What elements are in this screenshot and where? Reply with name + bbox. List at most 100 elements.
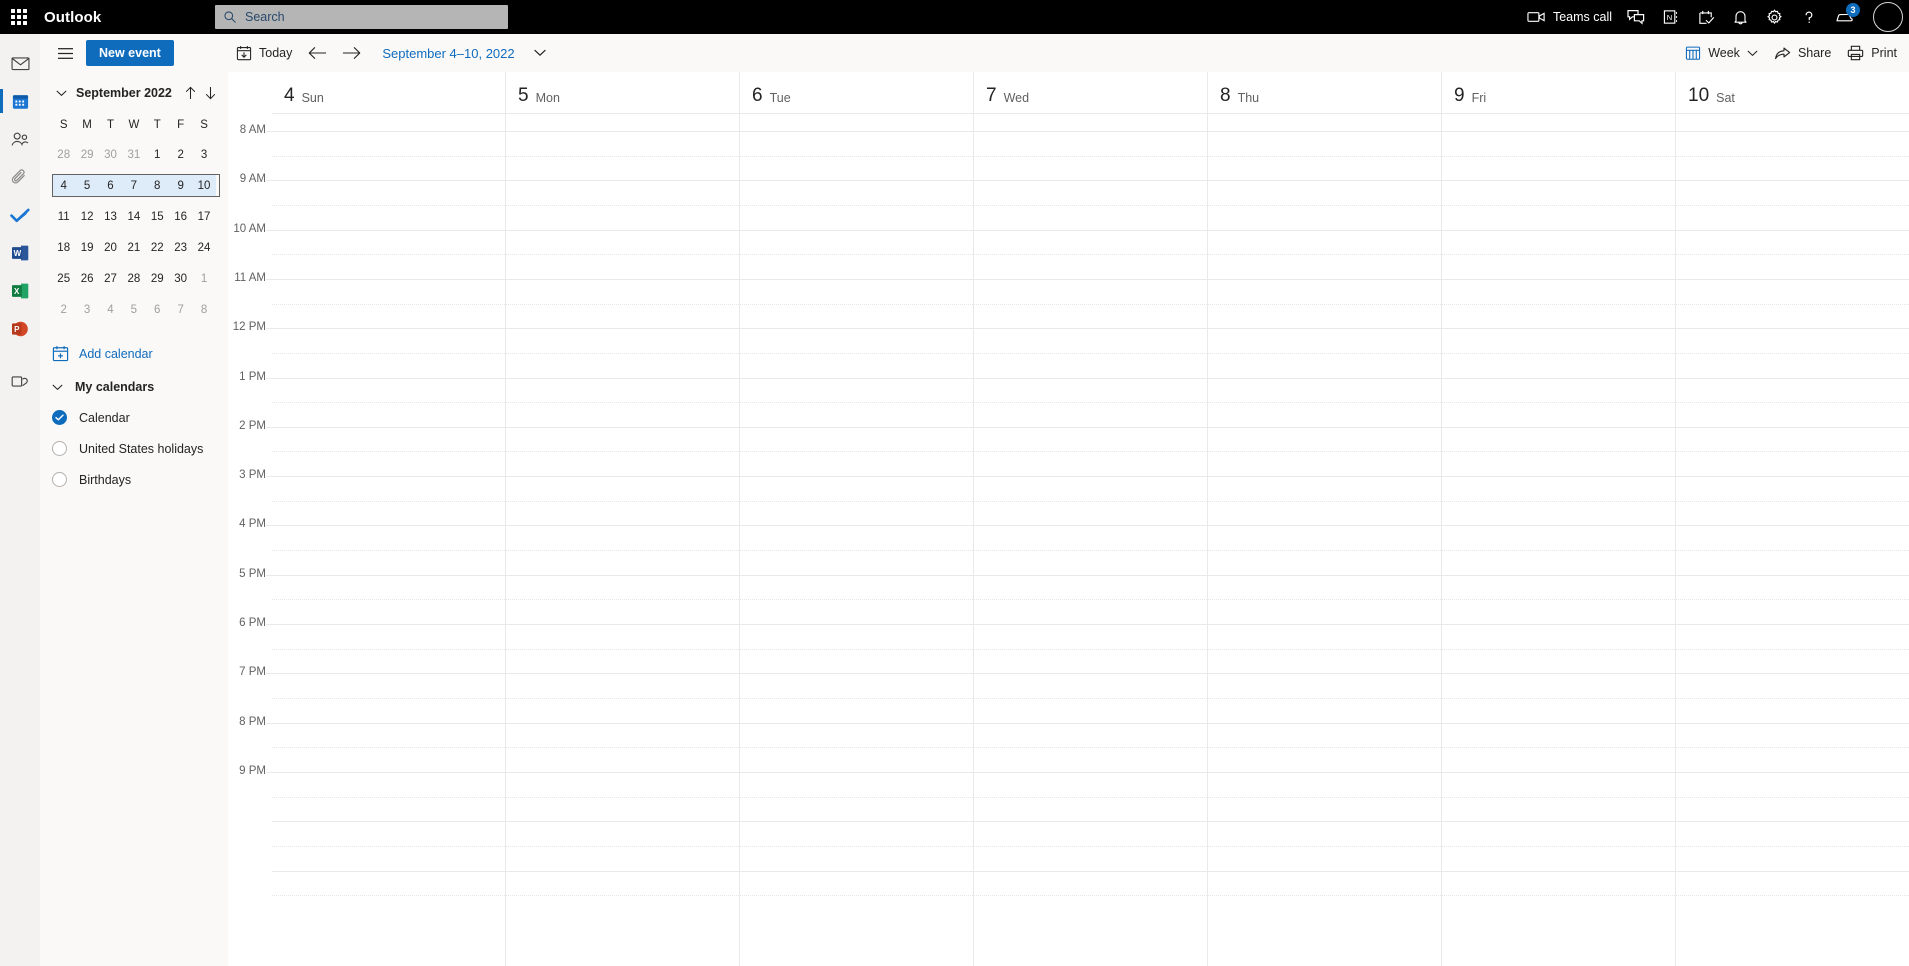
mini-calendar-expand-icon[interactable]	[52, 84, 70, 102]
toggle-pane-icon[interactable]	[52, 40, 78, 66]
mini-calendar-day[interactable]: 25	[52, 267, 75, 290]
mini-calendar-week[interactable]: 11 12 13 14 15 16 17	[52, 205, 220, 228]
mini-calendar-day[interactable]: 5	[75, 174, 99, 197]
mini-calendar-day[interactable]: 13	[99, 205, 122, 228]
mini-calendar-day[interactable]: 28	[122, 267, 145, 290]
rail-item-todo[interactable]	[0, 196, 40, 234]
mini-calendar-day[interactable]: 9	[168, 174, 193, 197]
mini-calendar-day[interactable]: 8	[192, 298, 215, 321]
mini-calendar-day[interactable]: 29	[146, 267, 169, 290]
tasks-button[interactable]	[1689, 0, 1724, 34]
mini-calendar-day[interactable]: 27	[99, 267, 122, 290]
mini-calendar-day[interactable]: 30	[99, 143, 122, 166]
date-range-dropdown-button[interactable]	[525, 38, 555, 68]
calendar-day-header[interactable]: 6 Tue	[739, 72, 973, 113]
rail-item-word[interactable]: W	[0, 234, 40, 272]
mini-calendar-day[interactable]: 18	[52, 236, 75, 259]
mini-calendar-day[interactable]: 11	[52, 205, 75, 228]
mini-calendar-week[interactable]: 28 29 30 31 1 2 3	[52, 143, 220, 166]
calendar-day-header[interactable]: 7 Wed	[973, 72, 1207, 113]
mini-calendar-next-month[interactable]	[200, 83, 220, 103]
mini-calendar-day[interactable]: 2	[52, 298, 75, 321]
calendar-day-column[interactable]	[739, 114, 973, 966]
mini-calendar-day[interactable]: 1	[192, 267, 215, 290]
mini-calendar-day[interactable]: 6	[98, 174, 123, 197]
mini-calendar-day[interactable]: 19	[75, 236, 98, 259]
mini-calendar-day[interactable]: 12	[75, 205, 98, 228]
mini-calendar-day[interactable]: 7	[122, 174, 146, 197]
mini-calendar-week[interactable]: 18 19 20 21 22 23 24	[52, 236, 220, 259]
mini-calendar-day[interactable]: 7	[169, 298, 192, 321]
new-event-button[interactable]: New event	[86, 40, 174, 66]
calendar-day-header[interactable]: 4 Sun	[272, 72, 505, 113]
teams-call-button[interactable]: Teams call	[1517, 0, 1618, 34]
my-calendars-section-header[interactable]: My calendars	[40, 372, 228, 402]
calendar-day-column[interactable]	[1207, 114, 1441, 966]
rail-item-mail[interactable]	[0, 44, 40, 82]
mini-calendar-week[interactable]: 2345678	[52, 298, 220, 321]
mini-calendar-day[interactable]: 3	[192, 143, 215, 166]
calendar-day-header[interactable]: 5 Mon	[505, 72, 739, 113]
print-button[interactable]: Print	[1839, 38, 1905, 68]
mini-calendar-day[interactable]: 17	[192, 205, 215, 228]
calendar-day-column[interactable]	[973, 114, 1207, 966]
mini-calendar-day[interactable]: 22	[146, 236, 169, 259]
mini-calendar-week[interactable]: 25 26 27 28 29 30 1	[52, 267, 220, 290]
calendar-checkbox[interactable]	[52, 472, 67, 487]
mini-calendar-day[interactable]: 23	[169, 236, 192, 259]
calendar-day-header[interactable]: 10 Sat	[1675, 72, 1909, 113]
next-period-button[interactable]	[336, 38, 366, 68]
calendar-list-item[interactable]: Birthdays	[40, 464, 228, 495]
app-launcher-icon[interactable]	[0, 0, 38, 34]
calendar-day-header[interactable]: 8 Thu	[1207, 72, 1441, 113]
calendar-day-column[interactable]	[1441, 114, 1675, 966]
help-button[interactable]	[1792, 0, 1826, 34]
calendar-list-item[interactable]: United States holidays	[40, 433, 228, 464]
mini-calendar-day[interactable]: 26	[75, 267, 98, 290]
mini-calendar-day[interactable]: 10	[192, 174, 216, 197]
calendar-checkbox-checked[interactable]	[52, 410, 67, 425]
mini-calendar-week-selected[interactable]: 4 5 6 7 8 9 10	[52, 174, 220, 197]
share-button[interactable]: Share	[1766, 38, 1839, 68]
calendar-day-column[interactable]	[505, 114, 739, 966]
mini-calendar-day[interactable]: 4	[52, 174, 76, 197]
mini-calendar-day[interactable]: 30	[169, 267, 192, 290]
previous-period-button[interactable]	[302, 38, 332, 68]
mini-calendar-day[interactable]: 15	[146, 205, 169, 228]
mini-calendar-day[interactable]: 3	[75, 298, 98, 321]
mini-calendar-day[interactable]: 2	[169, 143, 192, 166]
calendar-grid[interactable]: 8 AM 9 AM 10 AM 11 AM 12 PM 1 PM 2 PM 3 PM 4 PM 5…	[228, 114, 1909, 966]
mini-calendar-day[interactable]: 6	[146, 298, 169, 321]
calendar-list-item[interactable]: Calendar	[40, 402, 228, 433]
mini-calendar-day[interactable]: 4	[99, 298, 122, 321]
rail-item-powerpoint[interactable]: P	[0, 310, 40, 348]
calendar-day-column[interactable]	[272, 114, 505, 966]
view-switcher-button[interactable]: Week	[1677, 38, 1766, 68]
mini-calendar-day[interactable]: 28	[52, 143, 75, 166]
mini-calendar-prev-month[interactable]	[180, 83, 200, 103]
mini-calendar-day[interactable]: 16	[169, 205, 192, 228]
settings-button[interactable]	[1757, 0, 1792, 34]
mini-calendar-day[interactable]: 21	[122, 236, 145, 259]
calendar-checkbox[interactable]	[52, 441, 67, 456]
mini-calendar-day[interactable]: 14	[122, 205, 145, 228]
calendar-day-header[interactable]: 9 Fri	[1441, 72, 1675, 113]
rail-item-files[interactable]	[0, 158, 40, 196]
mini-calendar-day[interactable]: 24	[192, 236, 215, 259]
mini-calendar-day[interactable]: 8	[145, 174, 169, 197]
avatar[interactable]	[1873, 2, 1903, 32]
search-input[interactable]	[245, 10, 500, 24]
add-calendar-button[interactable]: Add calendar	[40, 335, 228, 372]
mini-calendar-day[interactable]: 5	[122, 298, 145, 321]
search-box[interactable]	[215, 5, 508, 29]
calendar-day-column[interactable]	[1675, 114, 1909, 966]
onenote-button[interactable]: N	[1654, 0, 1689, 34]
rail-item-calendar[interactable]	[0, 82, 40, 120]
notifications-button[interactable]	[1724, 0, 1757, 34]
rail-item-apps[interactable]	[0, 362, 40, 400]
mini-calendar-day[interactable]: 20	[99, 236, 122, 259]
rail-item-excel[interactable]: X	[0, 272, 40, 310]
chat-button[interactable]	[1618, 0, 1654, 34]
today-button[interactable]: Today	[228, 38, 300, 68]
mini-calendar-day[interactable]: 31	[122, 143, 145, 166]
